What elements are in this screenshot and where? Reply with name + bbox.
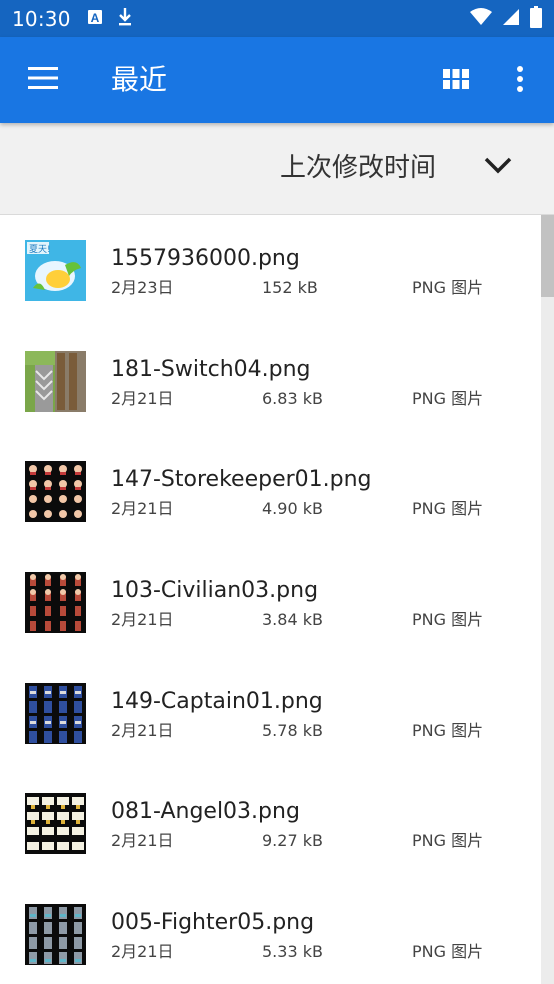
file-type: PNG 图片 bbox=[412, 831, 484, 851]
file-date: 2月21日 bbox=[111, 388, 174, 408]
text-a-icon: A bbox=[87, 9, 103, 29]
file-type: PNG 图片 bbox=[412, 610, 484, 630]
file-thumbnail bbox=[25, 572, 86, 634]
file-thumbnail bbox=[25, 682, 86, 744]
scrollbar-track[interactable] bbox=[541, 215, 554, 984]
sort-label[interactable]: 上次修改时间 bbox=[280, 151, 436, 185]
svg-text:A: A bbox=[90, 11, 99, 25]
app-bar: 最近 bbox=[0, 37, 554, 123]
menu-button[interactable] bbox=[0, 37, 86, 123]
file-row[interactable]: 005-Fighter05.png 2月21日 5.33 kB PNG 图片 bbox=[0, 879, 554, 984]
more-vert-icon bbox=[516, 66, 524, 96]
grid-view-button[interactable] bbox=[432, 57, 480, 105]
file-size: 4.90 kB bbox=[262, 499, 323, 519]
hamburger-menu-icon bbox=[28, 67, 58, 93]
file-type: PNG 图片 bbox=[412, 720, 484, 740]
battery-icon bbox=[530, 5, 542, 32]
file-name: 147-Storekeeper01.png bbox=[111, 467, 372, 493]
page-title: 最近 bbox=[111, 63, 168, 96]
file-date: 2月21日 bbox=[111, 610, 174, 630]
file-name: 1557936000.png bbox=[111, 246, 300, 271]
file-size: 3.84 kB bbox=[262, 610, 323, 630]
file-date: 2月21日 bbox=[111, 499, 174, 519]
file-type: PNG 图片 bbox=[412, 388, 484, 408]
file-row[interactable]: 103-Civilian03.png 2月21日 3.84 kB PNG 图片 bbox=[0, 547, 554, 658]
file-date: 2月21日 bbox=[111, 720, 174, 740]
download-icon bbox=[117, 7, 133, 31]
file-row[interactable]: 181-Switch04.png 2月21日 6.83 kB PNG 图片 bbox=[0, 326, 554, 437]
file-thumbnail: 夏天! bbox=[25, 240, 86, 301]
file-type: PNG 图片 bbox=[412, 278, 484, 297]
file-name: 103-Civilian03.png bbox=[111, 578, 319, 604]
sort-bar: 上次修改时间 bbox=[0, 123, 554, 215]
svg-text:夏天!: 夏天! bbox=[29, 244, 51, 255]
file-row[interactable]: 147-Storekeeper01.png 2月21日 4.90 kB PNG … bbox=[0, 436, 554, 547]
file-date: 2月21日 bbox=[111, 831, 174, 851]
file-thumbnail bbox=[25, 904, 86, 966]
file-size: 5.78 kB bbox=[262, 720, 323, 740]
file-name: 181-Switch04.png bbox=[111, 356, 311, 382]
file-date: 2月23日 bbox=[111, 278, 174, 297]
grid-view-icon bbox=[443, 69, 469, 93]
status-bar: 10:30 A bbox=[0, 0, 554, 37]
file-row[interactable]: 夏天! 1557936000.png 2月23日 152 kB PNG 图片 bbox=[0, 215, 554, 326]
chevron-down-icon bbox=[483, 155, 513, 179]
file-date: 2月21日 bbox=[111, 942, 174, 962]
file-type: PNG 图片 bbox=[412, 942, 484, 962]
file-name: 005-Fighter05.png bbox=[111, 910, 315, 936]
file-list: 夏天! 1557936000.png 2月23日 152 kB PNG 图片 1… bbox=[0, 215, 554, 984]
file-type: PNG 图片 bbox=[412, 499, 484, 519]
file-size: 152 kB bbox=[262, 278, 318, 297]
file-size: 6.83 kB bbox=[262, 388, 323, 408]
file-name: 081-Angel03.png bbox=[111, 799, 300, 825]
file-size: 5.33 kB bbox=[262, 942, 323, 962]
file-row[interactable]: 081-Angel03.png 2月21日 9.27 kB PNG 图片 bbox=[0, 768, 554, 879]
status-time: 10:30 bbox=[12, 6, 71, 31]
wifi-icon bbox=[470, 7, 492, 30]
scrollbar-thumb[interactable] bbox=[541, 215, 554, 297]
file-thumbnail bbox=[25, 461, 86, 523]
file-size: 9.27 kB bbox=[262, 831, 323, 851]
file-thumbnail bbox=[25, 793, 86, 855]
sort-direction-button[interactable] bbox=[478, 147, 518, 187]
file-name: 149-Captain01.png bbox=[111, 688, 323, 714]
more-options-button[interactable] bbox=[496, 57, 544, 105]
file-thumbnail bbox=[25, 350, 86, 412]
signal-icon bbox=[502, 8, 520, 30]
file-row[interactable]: 149-Captain01.png 2月21日 5.78 kB PNG 图片 bbox=[0, 658, 554, 769]
